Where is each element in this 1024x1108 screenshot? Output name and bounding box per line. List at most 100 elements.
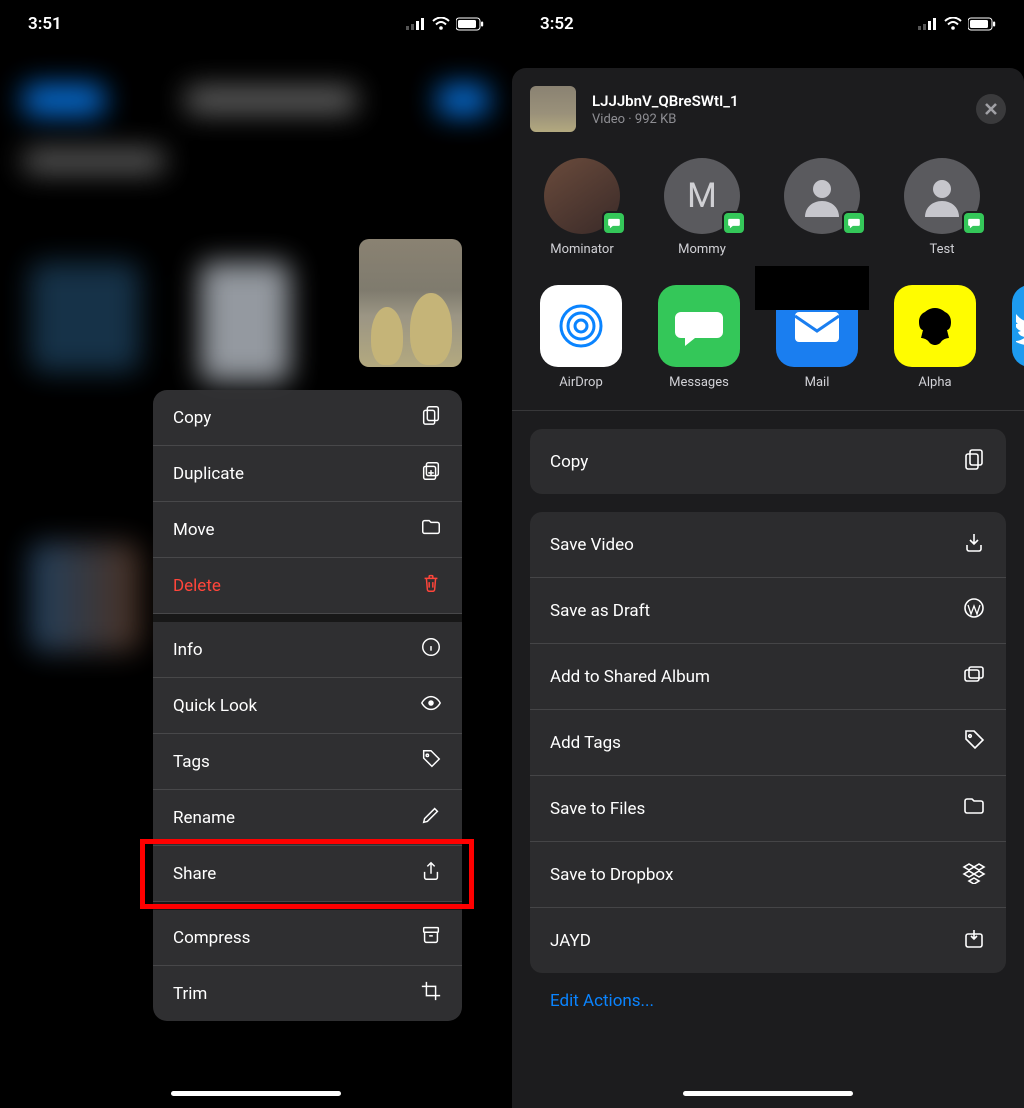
app-name: Messages [669,375,729,390]
menu-label: Info [173,640,203,660]
wifi-icon [432,17,450,31]
menu-label: Delete [173,576,221,596]
menu-item-copy[interactable]: Copy [153,390,462,446]
dropbox-icon [962,860,986,889]
action-copy[interactable]: Copy [530,429,1006,494]
download-box-icon [962,926,986,955]
redacted-contact [755,266,869,310]
menu-item-quick-look[interactable]: Quick Look [153,678,462,734]
app-alpha[interactable]: Alpha [894,285,976,390]
duplicate-icon [420,460,442,487]
action-label: Copy [550,452,588,472]
menu-label: Trim [173,984,207,1004]
contact-mominator[interactable]: Mominator [540,158,624,257]
action-add-to-shared-album[interactable]: Add to Shared Album [530,644,1006,710]
file-meta: Video · 992 KB [592,112,976,127]
crop-icon [420,980,442,1007]
status-time: 3:52 [540,14,574,34]
menu-label: Copy [173,408,211,428]
menu-label: Move [173,520,215,540]
app-airdrop[interactable]: AirDrop [540,285,622,390]
messages-icon [658,285,740,367]
menu-item-move[interactable]: Move [153,502,462,558]
copy-action-group: Copy [530,429,1006,494]
tag-icon [420,748,442,775]
action-label: Save to Dropbox [550,865,673,885]
file-thumbnail [530,86,576,132]
trash-icon [420,572,442,599]
menu-label: Quick Look [173,696,257,716]
menu-item-info[interactable]: Info [153,614,462,678]
folder-icon [962,794,986,823]
menu-item-rename[interactable]: Rename [153,790,462,846]
messages-badge-icon [962,211,986,235]
alpha-icon [894,285,976,367]
highlight-share [140,839,474,909]
download-icon [962,530,986,559]
status-time: 3:51 [28,14,62,34]
menu-label: Duplicate [173,464,244,484]
signal-icon [918,18,938,30]
battery-icon [968,17,996,31]
close-button[interactable] [976,94,1006,124]
eye-icon [420,692,442,719]
left-phone: 3:51 Copy Duplicate Move Delete Info Quick Lo… [0,0,512,1108]
airdrop-icon [540,285,622,367]
menu-label: Tags [173,752,210,772]
messages-badge-icon [602,211,626,235]
share-sheet: LJJJbnV_QBreSWtI_1 Video · 992 KB Momina… [512,68,1024,1108]
messages-badge-icon [722,211,746,235]
shared-album-icon [962,662,986,691]
menu-item-trim[interactable]: Trim [153,966,462,1021]
info-icon [420,636,442,663]
action-label: Add Tags [550,733,621,753]
home-indicator[interactable] [171,1091,341,1096]
contact-name: Mominator [550,242,614,257]
archive-icon [420,924,442,951]
action-label: JAYD [550,931,591,951]
action-save-as-draft[interactable]: Save as Draft [530,578,1006,644]
action-label: Save to Files [550,799,645,819]
close-icon [984,102,998,116]
wifi-icon [944,17,962,31]
status-bar: 3:51 [0,0,512,48]
right-phone: 3:52 LJJJbnV_QBreSWtI_1 Video · 992 KB M… [512,0,1024,1108]
action-label: Add to Shared Album [550,667,710,687]
contact-test[interactable]: Test [900,158,984,257]
menu-label: Rename [173,808,235,828]
app-twitter[interactable]: T [1012,285,1024,390]
menu-item-tags[interactable]: Tags [153,734,462,790]
menu-label: Compress [173,928,250,948]
action-save-to-dropbox[interactable]: Save to Dropbox [530,842,1006,908]
status-indicators [406,17,484,31]
sheet-header: LJJJbnV_QBreSWtI_1 Video · 992 KB [512,86,1024,152]
action-save-video[interactable]: Save Video [530,512,1006,578]
contacts-row: Mominator MMommy Test [512,152,1024,277]
contact-unnamed[interactable] [780,158,864,257]
action-save-to-files[interactable]: Save to Files [530,776,1006,842]
contact-name: Test [930,242,955,257]
action-add-tags[interactable]: Add Tags [530,710,1006,776]
action-jayd[interactable]: JAYD [530,908,1006,973]
contact-name: Mommy [678,242,726,257]
messages-badge-icon [842,211,866,235]
menu-item-delete[interactable]: Delete [153,558,462,614]
menu-item-duplicate[interactable]: Duplicate [153,446,462,502]
home-indicator[interactable] [683,1091,853,1096]
app-name: AirDrop [559,375,603,390]
edit-actions-link[interactable]: Edit Actions... [512,973,1024,1011]
contact-mommy[interactable]: MMommy [660,158,744,257]
copy-icon [962,447,986,476]
tag-icon [962,728,986,757]
action-label: Save as Draft [550,601,650,621]
copy-icon [420,404,442,431]
folder-icon [420,516,442,543]
app-messages[interactable]: Messages [658,285,740,390]
action-label: Save Video [550,535,634,555]
battery-icon [456,17,484,31]
menu-item-compress[interactable]: Compress [153,902,462,966]
video-thumbnail[interactable] [359,239,462,367]
actions-group: Save Video Save as Draft Add to Shared Alb… [530,512,1006,973]
signal-icon [406,18,426,30]
pencil-icon [420,804,442,831]
